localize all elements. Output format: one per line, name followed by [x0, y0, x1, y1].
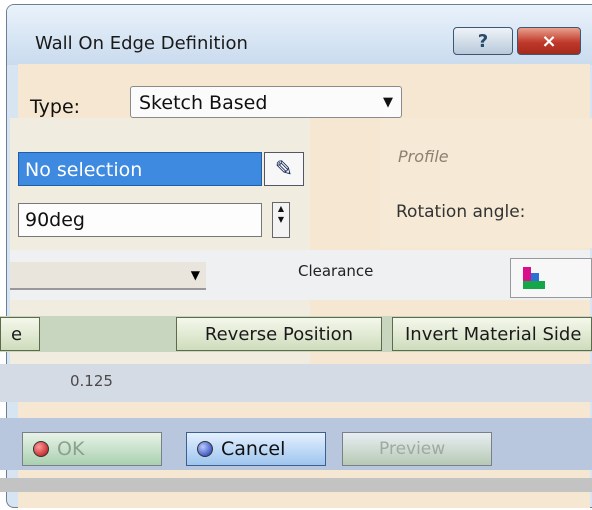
clearance-icon-button[interactable] — [510, 258, 592, 298]
partial-button[interactable]: e — [0, 317, 40, 351]
rotation-angle-stepper[interactable]: ▲ ▼ — [272, 202, 290, 238]
rotation-angle-input[interactable]: 90deg — [18, 203, 262, 237]
stepper-up-icon[interactable]: ▲ — [273, 203, 289, 214]
cancel-label: Cancel — [221, 438, 286, 460]
profile-selection-field[interactable]: No selection — [18, 152, 262, 186]
preview-button[interactable]: Preview — [342, 432, 492, 466]
close-button[interactable]: × — [517, 27, 581, 55]
rotation-angle-label: Rotation angle: — [396, 202, 526, 222]
clearance-label: Clearance — [298, 262, 374, 280]
type-label: Type: — [30, 96, 81, 118]
sketch-edit-icon: ✎ — [274, 156, 294, 182]
clearance-mode-select[interactable]: ▼ — [10, 262, 206, 290]
chevron-down-icon: ▼ — [383, 95, 393, 110]
close-icon: × — [541, 30, 557, 52]
preview-label: Preview — [379, 439, 446, 459]
help-icon: ? — [477, 30, 489, 52]
ok-button[interactable]: OK — [22, 432, 162, 466]
profile-label: Profile — [398, 147, 449, 166]
chevron-down-icon: ▼ — [190, 268, 200, 282]
type-select[interactable]: Sketch Based ▼ — [130, 86, 402, 118]
ok-icon — [33, 441, 49, 457]
cancel-button[interactable]: Cancel — [186, 432, 326, 466]
invert-material-side-button[interactable]: Invert Material Side — [392, 317, 592, 351]
clearance-icon — [523, 267, 545, 289]
footer-strip — [0, 478, 592, 492]
help-button[interactable]: ? — [453, 27, 513, 55]
sketch-edit-button[interactable]: ✎ — [264, 152, 304, 186]
ok-label: OK — [57, 438, 85, 460]
stepper-down-icon[interactable]: ▼ — [273, 214, 289, 225]
field-value: 0.125 — [70, 372, 113, 390]
cancel-icon — [197, 441, 213, 457]
type-value: Sketch Based — [139, 92, 268, 114]
title-bar: Wall On Edge Definition ? × — [7, 5, 592, 65]
reverse-position-button[interactable]: Reverse Position — [176, 317, 382, 351]
right-column — [380, 118, 592, 248]
dialog-title: Wall On Edge Definition — [35, 33, 248, 54]
